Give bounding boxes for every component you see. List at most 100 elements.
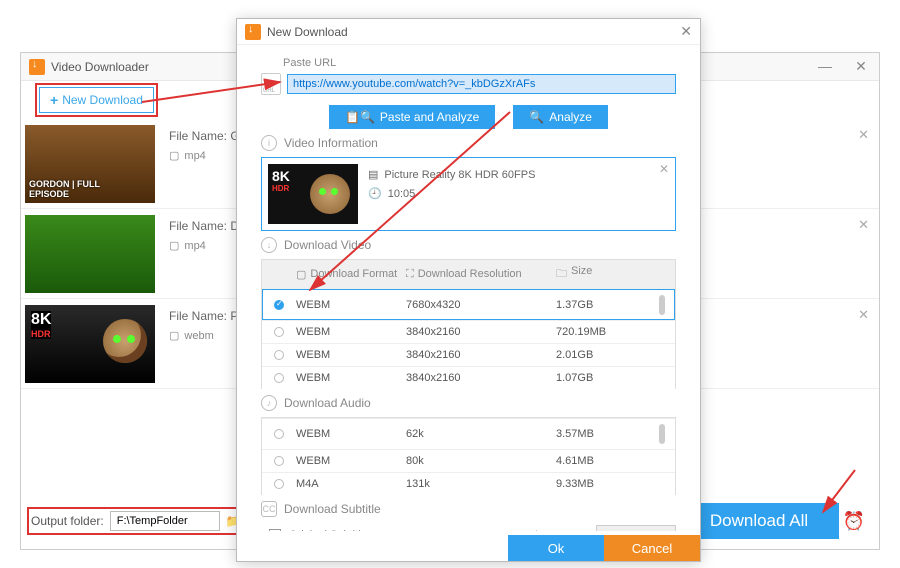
download-audio-label: Download Audio xyxy=(284,396,371,410)
format-row[interactable]: WEBM7680x43201.37GB xyxy=(262,289,675,320)
radio-icon[interactable] xyxy=(274,479,284,489)
format-value: webm xyxy=(184,330,213,342)
url-input[interactable] xyxy=(287,74,676,94)
video-duration: 10:05 xyxy=(388,188,416,200)
size-value: 3.57MB xyxy=(556,428,659,440)
dialog-close-icon[interactable]: ✕ xyxy=(680,23,692,40)
paste-and-analyze-label: Paste and Analyze xyxy=(380,110,479,124)
ok-button[interactable]: Ok xyxy=(508,535,604,561)
search-icon: 🔍 xyxy=(529,110,544,124)
audio-row[interactable]: WEBM62k3.57MB xyxy=(262,418,675,449)
size-value: 9.33MB xyxy=(556,478,659,490)
video-title: Picture Reality 8K HDR 60FPS xyxy=(384,169,535,181)
format-header-icon: ▢ xyxy=(296,268,306,281)
audio-row[interactable]: M4A131k9.33MB xyxy=(262,472,675,495)
size-value: 1.07GB xyxy=(556,372,659,384)
scrollbar[interactable] xyxy=(659,424,665,444)
format-value: WEBM xyxy=(296,299,406,311)
audio-formats-table: WEBM62k3.57MB WEBM80k4.61MB M4A131k9.33M… xyxy=(261,417,676,495)
download-audio-icon: ♪ xyxy=(261,395,277,411)
analyze-button[interactable]: 🔍 Analyze xyxy=(513,105,608,129)
dialog-titlebar: New Download ✕ xyxy=(237,19,700,45)
scrollbar[interactable] xyxy=(659,295,665,315)
video-info-panel: 8KHDR ▤ Picture Reality 8K HDR 60FPS 🕘 10:… xyxy=(261,157,676,231)
cancel-button[interactable]: Cancel xyxy=(604,535,700,561)
dialog-footer: Ok Cancel xyxy=(237,531,700,561)
format-value: mp4 xyxy=(184,240,205,252)
format-icon: ▢ xyxy=(169,239,179,252)
duration-icon: 🕘 xyxy=(368,187,382,200)
video-information-label: Video Information xyxy=(284,136,378,150)
download-all-button[interactable]: Download All xyxy=(679,503,839,539)
download-subtitle-label: Download Subtitle xyxy=(284,502,381,516)
format-icon: ▢ xyxy=(169,149,179,162)
format-row[interactable]: WEBM3840x2160720.19MB xyxy=(262,320,675,343)
resolution-header-icon: ⛶ xyxy=(406,268,414,281)
audio-row[interactable]: WEBM80k4.61MB xyxy=(262,449,675,472)
output-folder-row: Output folder: 📁 xyxy=(31,511,241,531)
url-icon xyxy=(261,73,281,95)
bitrate-value: 80k xyxy=(406,455,556,467)
info-icon: i xyxy=(261,135,277,151)
output-folder-input[interactable] xyxy=(110,511,220,531)
download-all-label: Download All xyxy=(710,511,808,530)
radio-icon[interactable] xyxy=(274,429,284,439)
app-title: Video Downloader xyxy=(51,60,149,74)
paste-url-label: Paste URL xyxy=(283,57,676,69)
dialog-title: New Download xyxy=(267,25,348,39)
thumbnail: 8KHDR xyxy=(25,305,155,383)
title-icon: ▤ xyxy=(368,168,378,181)
radio-icon[interactable] xyxy=(274,456,284,466)
resolution-header: Download Resolution xyxy=(418,268,522,281)
output-folder-label: Output folder: xyxy=(31,514,104,528)
app-logo-icon xyxy=(29,59,45,75)
remove-row-icon[interactable]: ✕ xyxy=(858,217,869,298)
download-video-icon: ↓ xyxy=(261,237,277,253)
dialog-logo-icon xyxy=(245,24,261,40)
format-row[interactable]: WEBM3840x21602.01GB xyxy=(262,343,675,366)
minimize-button[interactable]: — xyxy=(807,58,843,75)
new-download-dialog: New Download ✕ Paste URL 📋🔍 Paste and Ana… xyxy=(236,18,701,562)
close-button[interactable]: ✕ xyxy=(843,58,879,75)
size-value: 4.61MB xyxy=(556,455,659,467)
new-download-button[interactable]: New Download xyxy=(39,87,154,113)
resolution-value: 3840x2160 xyxy=(406,349,556,361)
format-value: WEBM xyxy=(296,455,406,467)
paste-and-analyze-button[interactable]: 📋🔍 Paste and Analyze xyxy=(329,105,495,129)
clear-video-icon[interactable]: ✕ xyxy=(659,162,669,176)
video-formats-table: ▢ Download Format ⛶ Download Resolution 🗀S… xyxy=(261,259,676,389)
subtitle-icon: CC xyxy=(261,501,277,517)
radio-icon[interactable] xyxy=(274,327,284,337)
thumbnail xyxy=(25,125,155,203)
format-value: mp4 xyxy=(184,150,205,162)
remove-row-icon[interactable]: ✕ xyxy=(858,127,869,208)
download-video-label: Download Video xyxy=(284,238,371,252)
remove-row-icon[interactable]: ✕ xyxy=(858,307,869,388)
bitrate-value: 131k xyxy=(406,478,556,490)
radio-icon[interactable] xyxy=(274,300,284,310)
size-value: 2.01GB xyxy=(556,349,659,361)
format-row[interactable]: WEBM3840x21601.07GB xyxy=(262,366,675,389)
resolution-value: 7680x4320 xyxy=(406,299,556,311)
size-value: 720.19MB xyxy=(556,326,659,338)
format-value: M4A xyxy=(296,478,406,490)
format-icon: ▢ xyxy=(169,329,179,342)
scheduler-icon[interactable]: ⏰ xyxy=(839,511,869,532)
radio-icon[interactable] xyxy=(274,373,284,383)
thumbnail xyxy=(25,215,155,293)
window-controls: — ✕ xyxy=(807,58,879,75)
format-header: Download Format xyxy=(310,268,397,281)
size-header-icon: 🗀 xyxy=(556,265,567,284)
resolution-value: 3840x2160 xyxy=(406,372,556,384)
radio-icon[interactable] xyxy=(274,350,284,360)
size-value: 1.37GB xyxy=(556,299,659,311)
format-value: WEBM xyxy=(296,326,406,338)
paste-icon: 📋🔍 xyxy=(345,110,375,124)
format-value: WEBM xyxy=(296,372,406,384)
new-download-label: New Download xyxy=(62,93,143,107)
bitrate-value: 62k xyxy=(406,428,556,440)
analyze-label: Analyze xyxy=(549,110,592,124)
video-thumbnail: 8KHDR xyxy=(268,164,358,224)
format-value: WEBM xyxy=(296,349,406,361)
size-header: Size xyxy=(571,265,592,284)
